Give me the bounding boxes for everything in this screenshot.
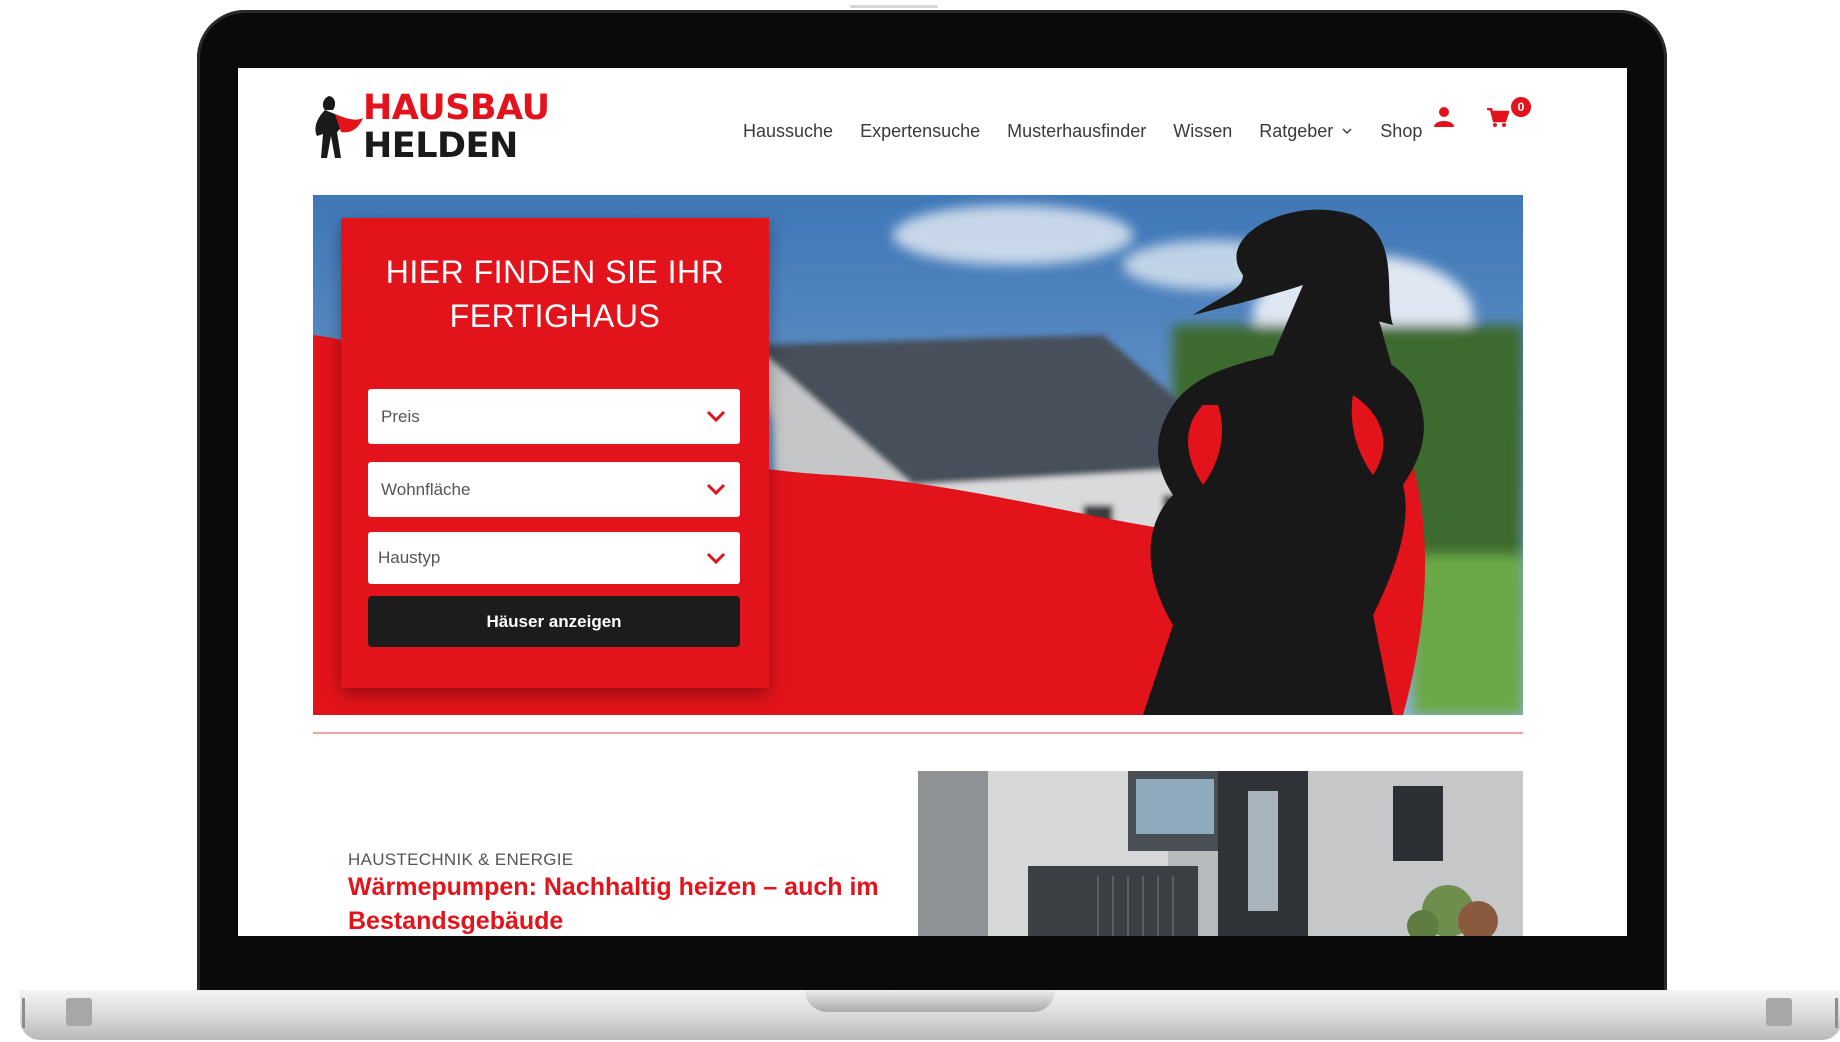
search-card-title: HIER FINDEN SIE IHR FERTIGHAUS <box>385 254 725 334</box>
chevron-down-icon <box>706 552 726 565</box>
main-navigation: Haussuche Expertensuche Musterhausfinder… <box>743 113 1449 149</box>
shopping-cart-icon[interactable] <box>1487 108 1509 128</box>
site-logo[interactable]: HAUSBAU HELDEN <box>311 83 550 165</box>
article-image[interactable] <box>918 771 1523 936</box>
laptop-screen: HAUSBAU HELDEN Haussuche Expertensuche M… <box>238 68 1627 936</box>
chevron-down-icon <box>1342 128 1352 135</box>
laptop-base-lip <box>805 990 1055 1012</box>
nav-item-shop[interactable]: Shop <box>1380 121 1422 142</box>
nav-item-ratgeber-label: Ratgeber <box>1259 120 1334 141</box>
filter-house-type-label: Haustyp <box>378 548 441 567</box>
laptop-foot-right <box>1766 998 1792 1026</box>
cart-count-badge: 0 <box>1509 95 1533 119</box>
nav-item-wissen[interactable]: Wissen <box>1173 121 1232 142</box>
filter-price-label: Preis <box>381 407 420 426</box>
article-title-link[interactable]: Wärmepumpen: Nachhaltig heizen – auch im… <box>348 870 928 936</box>
house-search-card: HIER FINDEN SIE IHR FERTIGHAUS Preis Woh… <box>341 218 769 688</box>
laptop-foot-left <box>66 998 92 1026</box>
filter-price-select[interactable]: Preis <box>368 389 740 444</box>
show-houses-button[interactable]: Häuser anzeigen <box>368 596 740 647</box>
laptop-edge-right <box>1835 998 1838 1028</box>
logo-line-helden: HELDEN <box>363 126 518 166</box>
user-icon[interactable] <box>1434 106 1454 128</box>
laptop-edge-left <box>22 998 25 1028</box>
filter-house-type-select[interactable]: Haustyp <box>368 532 740 584</box>
nav-item-musterhausfinder[interactable]: Musterhausfinder <box>1007 121 1146 142</box>
chevron-down-icon <box>706 483 726 496</box>
nav-item-ratgeber[interactable]: Ratgeber <box>1259 121 1353 142</box>
nav-item-haussuche[interactable]: Haussuche <box>743 121 833 142</box>
heat-pump-photo <box>918 771 1523 936</box>
logo-line-hausbau: HAUSBAU <box>363 88 550 128</box>
logo-text: HAUSBAU HELDEN <box>363 89 550 165</box>
section-divider <box>313 732 1523 734</box>
article-category: HAUSTECHNIK & ENERGIE <box>348 850 574 869</box>
laptop-camera-notch <box>850 5 938 8</box>
filter-living-area-label: Wohnfläche <box>381 480 471 499</box>
chevron-down-icon <box>706 410 726 423</box>
superhero-logo-icon <box>315 96 363 158</box>
filter-living-area-select[interactable]: Wohnfläche <box>368 462 740 517</box>
nav-item-expertensuche[interactable]: Expertensuche <box>860 121 980 142</box>
